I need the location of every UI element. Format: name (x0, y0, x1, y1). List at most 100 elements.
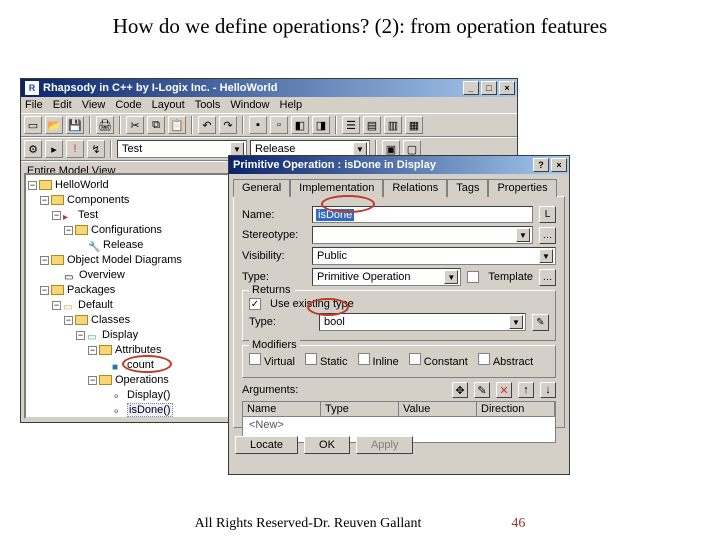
tool-e-icon[interactable]: ☰ (342, 116, 360, 134)
template-checkbox[interactable] (467, 271, 479, 283)
tab-panel: Name: isDone L Stereotype: ▼ … Visibilit… (233, 196, 565, 428)
arg-up-button[interactable]: ↑ (518, 382, 534, 398)
tab-properties[interactable]: Properties (488, 179, 556, 197)
dialog-title-text: Primitive Operation : isDone in Display (233, 159, 436, 171)
constant-checkbox[interactable] (409, 353, 421, 365)
visibility-combo[interactable]: Public▼ (312, 247, 556, 265)
slide-title: How do we define operations? (2): from o… (0, 0, 720, 47)
tool-c-icon[interactable]: ◧ (291, 116, 309, 134)
chevron-down-icon[interactable]: ▼ (230, 142, 244, 156)
chevron-down-icon[interactable]: ▼ (539, 249, 553, 263)
returns-group: ✓ Use existing type Type: bool▼ ✎ (242, 290, 556, 341)
menu-edit[interactable]: Edit (53, 99, 72, 111)
menu-window[interactable]: Window (230, 99, 269, 111)
inline-checkbox[interactable] (358, 353, 370, 365)
chevron-down-icon[interactable]: ▼ (516, 228, 530, 242)
locate-button[interactable]: Locate (235, 436, 298, 454)
open-icon[interactable]: 📂 (45, 116, 63, 134)
name-label-button[interactable]: L (539, 206, 556, 223)
template-button[interactable]: … (539, 269, 556, 286)
footer-text: All Rights Reserved-Dr. Reuven Gallant (195, 516, 422, 532)
return-type-combo[interactable]: bool▼ (319, 313, 526, 331)
col-value[interactable]: Value (399, 402, 477, 416)
apply-button[interactable]: Apply (356, 436, 414, 454)
build-icon[interactable]: ▸ (45, 140, 63, 158)
stereotype-browse-button[interactable]: … (539, 227, 556, 244)
name-field[interactable]: isDone (312, 206, 533, 223)
properties-dialog: Primitive Operation : isDone in Display … (228, 155, 570, 475)
tab-relations[interactable]: Relations (383, 179, 447, 197)
print-icon[interactable]: 🖨 (96, 116, 114, 134)
return-type-edit-button[interactable]: ✎ (532, 314, 549, 331)
menu-file[interactable]: File (25, 99, 43, 111)
menu-layout[interactable]: Layout (152, 99, 185, 111)
toolbar-1: ▭ 📂 💾 🖨 ✂ ⧉ 📋 ↶ ↷ ▪ ▫ ◧ ◨ ☰ ▤ ▥ ▦ (21, 113, 517, 137)
build-value: Release (255, 143, 295, 155)
use-existing-label: Use existing type (270, 298, 354, 310)
save-icon[interactable]: 💾 (66, 116, 84, 134)
help-button[interactable]: ? (533, 158, 549, 172)
menu-tools[interactable]: Tools (195, 99, 221, 111)
return-type-label: Type: (249, 316, 313, 328)
tool-d-icon[interactable]: ◨ (312, 116, 330, 134)
virtual-label: Virtual (264, 356, 295, 368)
stop-icon[interactable]: ↯ (87, 140, 105, 158)
template-label: Template (488, 271, 533, 283)
redo-icon[interactable]: ↷ (219, 116, 237, 134)
new-icon[interactable]: ▭ (24, 116, 42, 134)
main-title-text: Rhapsody in C++ by I-Logix Inc. - HelloW… (43, 82, 278, 94)
tool-g-icon[interactable]: ▥ (384, 116, 402, 134)
chevron-down-icon[interactable]: ▼ (509, 315, 523, 329)
abstract-checkbox[interactable] (478, 353, 490, 365)
gen-icon[interactable]: ⚙ (24, 140, 42, 158)
undo-icon[interactable]: ↶ (198, 116, 216, 134)
ok-button[interactable]: OK (304, 436, 350, 454)
virtual-checkbox[interactable] (249, 353, 261, 365)
arg-edit-button[interactable]: ✎ (474, 382, 490, 398)
args-new-row[interactable]: <New> (243, 417, 555, 433)
col-direction[interactable]: Direction (477, 402, 555, 416)
tool-a-icon[interactable]: ▪ (249, 116, 267, 134)
chevron-down-icon[interactable]: ▼ (444, 270, 458, 284)
maximize-button[interactable]: □ (481, 81, 497, 95)
copy-icon[interactable]: ⧉ (147, 116, 165, 134)
stereotype-label: Stereotype: (242, 229, 306, 241)
tool-f-icon[interactable]: ▤ (363, 116, 381, 134)
menu-code[interactable]: Code (115, 99, 141, 111)
tab-implementation[interactable]: Implementation (290, 179, 383, 197)
stereotype-combo[interactable]: ▼ (312, 226, 533, 244)
close-button[interactable]: × (499, 81, 515, 95)
menu-help[interactable]: Help (280, 99, 303, 111)
config-value: Test (122, 143, 142, 155)
dialog-close-button[interactable]: × (551, 158, 567, 172)
tab-general[interactable]: General (233, 179, 290, 197)
slide-footer: All Rights Reserved-Dr. Reuven Gallant 4… (0, 516, 720, 532)
name-label: Name: (242, 209, 306, 221)
type-label: Type: (242, 271, 306, 283)
run-icon[interactable]: ! (66, 140, 84, 158)
chevron-down-icon[interactable]: ▼ (353, 142, 367, 156)
modifiers-group: Virtual Static Inline Constant Abstract (242, 345, 556, 378)
cut-icon[interactable]: ✂ (126, 116, 144, 134)
constant-label: Constant (424, 356, 468, 368)
arg-delete-button[interactable]: ✕ (496, 382, 512, 398)
abstract-label: Abstract (493, 356, 533, 368)
col-name[interactable]: Name (243, 402, 321, 416)
dialog-buttons: Locate OK Apply (229, 432, 569, 458)
page-number: 46 (511, 516, 525, 532)
col-type[interactable]: Type (321, 402, 399, 416)
tool-b-icon[interactable]: ▫ (270, 116, 288, 134)
paste-icon[interactable]: 📋 (168, 116, 186, 134)
menubar: File Edit View Code Layout Tools Window … (21, 97, 517, 113)
tab-tags[interactable]: Tags (447, 179, 488, 197)
minimize-button[interactable]: _ (463, 81, 479, 95)
visibility-label: Visibility: (242, 250, 306, 262)
arguments-label: Arguments: (242, 384, 298, 396)
arg-add-button[interactable]: ✥ (452, 382, 468, 398)
type-combo[interactable]: Primitive Operation▼ (312, 268, 461, 286)
arg-down-button[interactable]: ↓ (540, 382, 556, 398)
use-existing-checkbox[interactable]: ✓ (249, 298, 261, 310)
static-checkbox[interactable] (305, 353, 317, 365)
menu-view[interactable]: View (82, 99, 106, 111)
tool-h-icon[interactable]: ▦ (405, 116, 423, 134)
